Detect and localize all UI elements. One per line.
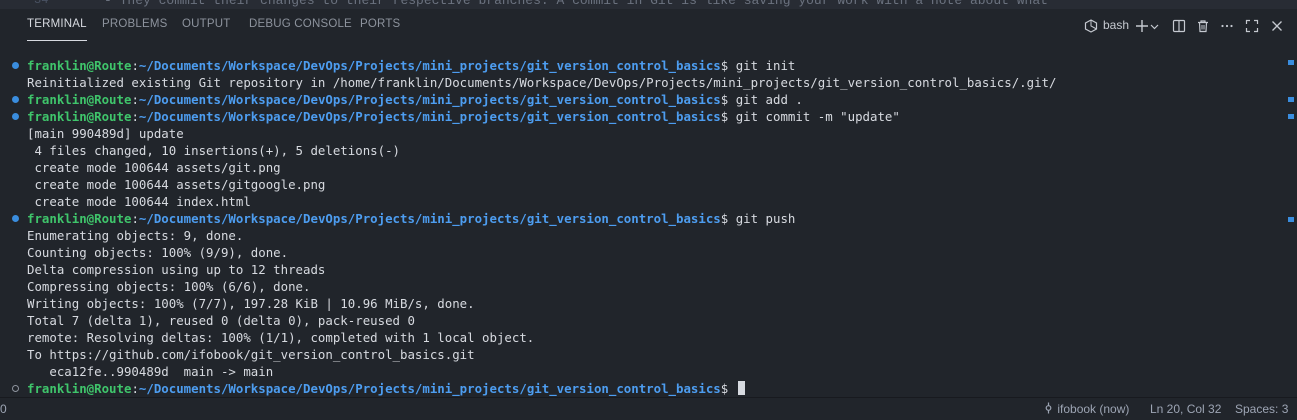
terminal-prompt-line: franklin@Route:~/Documents/Workspace/Dev… (27, 210, 795, 227)
prompt-path: ~/Documents/Workspace/DevOps/Projects/mi… (138, 109, 721, 124)
command-decoration-dot[interactable] (12, 215, 19, 222)
vscode-panel-window: 34 - They commit their changes to their … (0, 0, 1297, 420)
panel-actions: bash (0, 16, 1297, 36)
prompt-path: ~/Documents/Workspace/DevOps/Projects/mi… (138, 381, 721, 396)
cursor-position[interactable]: Ln 20, Col 32 (1150, 402, 1221, 416)
scrollbar-mark (1288, 60, 1294, 65)
chevron-down-icon[interactable] (1148, 16, 1160, 36)
terminal-shell-icon[interactable] (1082, 16, 1100, 36)
trash-icon[interactable] (1194, 16, 1212, 36)
terminal-prompt-line: franklin@Route:~/Documents/Workspace/Dev… (27, 91, 803, 108)
terminal-command: git init (728, 58, 796, 73)
prompt-separator: : (131, 58, 139, 73)
terminal-shell-label[interactable]: bash (1103, 18, 1129, 32)
terminal-output-line: Reinitialized existing Git repository in… (27, 75, 1057, 90)
command-decoration-dot[interactable] (12, 385, 19, 392)
terminal-prompt-line: franklin@Route:~/Documents/Workspace/Dev… (27, 108, 900, 125)
prompt-path: ~/Documents/Workspace/DevOps/Projects/mi… (138, 211, 721, 226)
terminal-output-line: create mode 100644 assets/git.png (27, 160, 281, 175)
prompt-user: franklin@Route (27, 58, 132, 73)
maximize-panel-icon[interactable] (1243, 16, 1261, 36)
terminal-output-line: Writing objects: 100% (7/7), 197.28 KiB … (27, 296, 475, 311)
terminal-output-line: Counting objects: 100% (9/9), done. (27, 245, 289, 260)
terminal-scrollbar[interactable] (1286, 57, 1297, 397)
scrollbar-mark (1288, 114, 1294, 119)
terminal-command (728, 381, 735, 396)
prompt-user: franklin@Route (27, 381, 132, 396)
panel-tab-bar: TERMINAL PROBLEMS OUTPUT DEBUG CONSOLE P… (0, 9, 1297, 43)
close-icon[interactable] (1268, 16, 1286, 36)
scrollbar-mark (1288, 217, 1294, 222)
indentation-status[interactable]: Spaces: 3 (1235, 402, 1288, 416)
scrollbar-mark (1288, 97, 1294, 102)
terminal-prompt-line: franklin@Route:~/Documents/Workspace/Dev… (27, 380, 745, 397)
prompt-separator: : (131, 109, 139, 124)
prompt-user: franklin@Route (27, 109, 132, 124)
editor-line-number: 34 (34, 0, 49, 7)
prompt-separator: : (131, 92, 139, 107)
terminal-cursor (737, 381, 745, 395)
prompt-separator: : (131, 381, 139, 396)
terminal-command: git push (728, 211, 796, 226)
editor-line-text: - They commit their changes to their res… (104, 0, 1048, 8)
terminal-output-line: Enumerating objects: 9, done. (27, 228, 244, 243)
git-commit-icon (1044, 402, 1054, 417)
command-decoration-dot[interactable] (12, 62, 19, 69)
command-decoration-dot[interactable] (12, 113, 19, 120)
prompt-user: franklin@Route (27, 211, 132, 226)
terminal-command: git add . (728, 92, 803, 107)
git-blame-label: ifobook (now) (1057, 402, 1130, 416)
command-decoration-dot[interactable] (12, 96, 19, 103)
git-blame-status[interactable]: ifobook (now) (1044, 402, 1129, 417)
terminal-command: git commit -m "update" (728, 109, 900, 124)
terminal-output-line: Compressing objects: 100% (6/6), done. (27, 279, 311, 294)
terminal-output-line: create mode 100644 index.html (27, 194, 251, 209)
status-bar: 0 ifobook (now) Ln 20, Col 32 Spaces: 3 (0, 397, 1297, 420)
terminal-output-line: remote: Resolving deltas: 100% (1/1), co… (27, 330, 535, 345)
prompt-user: franklin@Route (27, 92, 132, 107)
more-actions-icon[interactable] (1218, 16, 1236, 36)
terminal-prompt-line: franklin@Route:~/Documents/Workspace/Dev… (27, 57, 795, 74)
split-terminal-icon[interactable] (1170, 16, 1188, 36)
prompt-separator: : (131, 211, 139, 226)
terminal-output-line: eca12fe..990489d main -> main (27, 364, 274, 379)
terminal-output-line: create mode 100644 assets/gitgoogle.png (27, 177, 326, 192)
terminal-output-line: [main 990489d] update (27, 126, 184, 141)
terminal-output[interactable]: franklin@Route:~/Documents/Workspace/Dev… (0, 43, 1286, 397)
prompt-path: ~/Documents/Workspace/DevOps/Projects/mi… (138, 92, 721, 107)
terminal-output-line: To https://github.com/ifobook/git_versio… (27, 347, 475, 362)
status-problems-count[interactable]: 0 (0, 402, 7, 416)
terminal-output-line: Total 7 (delta 1), reused 0 (delta 0), p… (27, 313, 415, 328)
terminal-output-line: Delta compression using up to 12 threads (27, 262, 326, 277)
prompt-path: ~/Documents/Workspace/DevOps/Projects/mi… (138, 58, 721, 73)
terminal-output-line: 4 files changed, 10 insertions(+), 5 del… (27, 143, 400, 158)
editor-peek: 34 - They commit their changes to their … (0, 0, 1297, 9)
